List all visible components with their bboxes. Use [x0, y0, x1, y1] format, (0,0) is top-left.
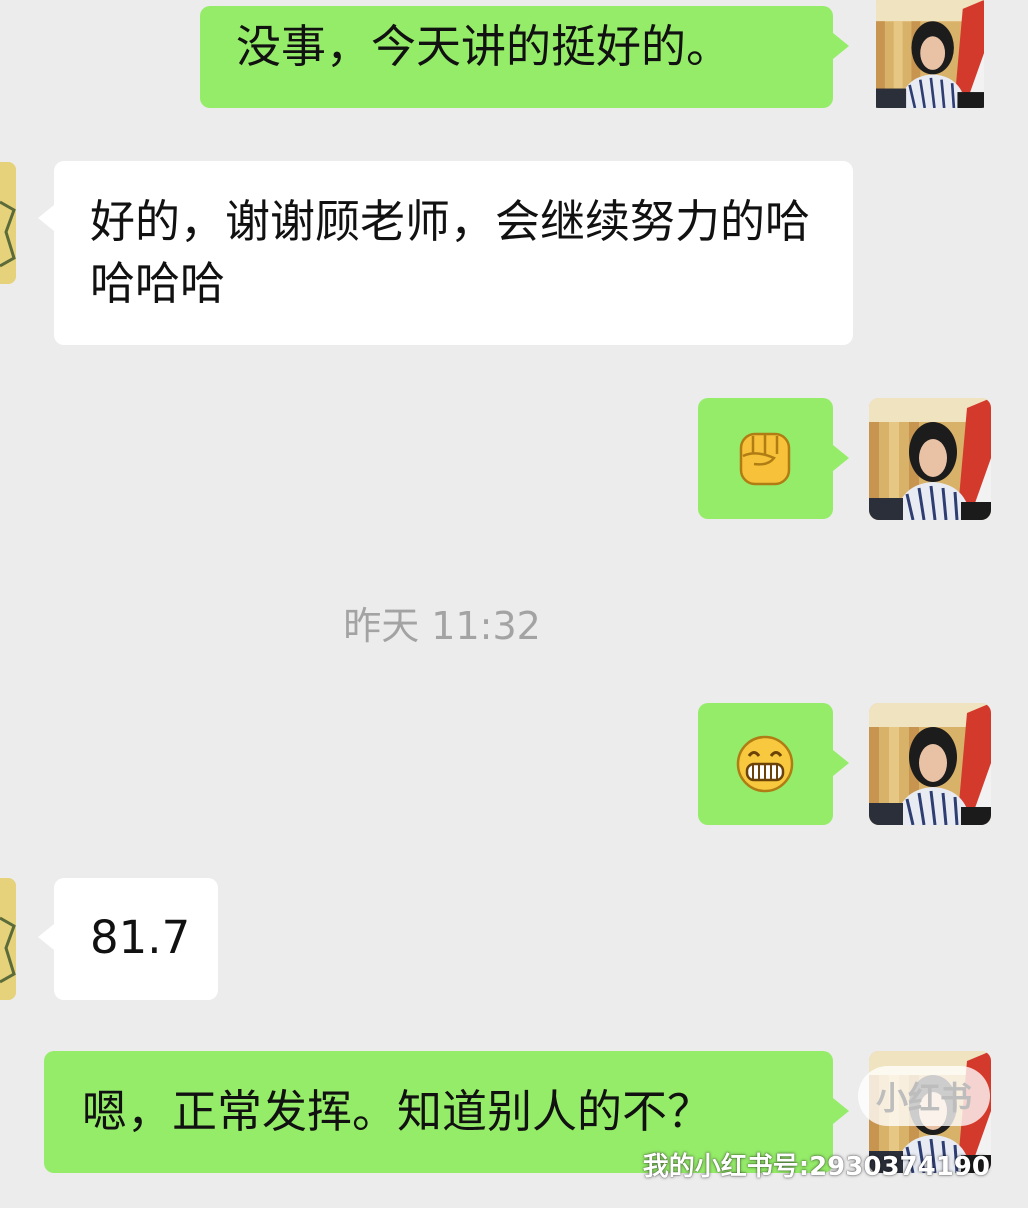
message-bubble-incoming[interactable]: 好的，谢谢顾老师，会继续努力的哈哈哈哈 — [54, 161, 853, 345]
message-text: 没事，今天讲的挺好的。 — [236, 20, 732, 73]
bubble-tail — [833, 750, 849, 776]
message-bubble-outgoing[interactable] — [698, 398, 833, 519]
bubble-tail — [833, 445, 849, 471]
avatar-contact[interactable] — [0, 162, 16, 284]
message-bubble-incoming[interactable]: 81.7 — [54, 878, 218, 1000]
watermark-badge: 小红书 — [858, 1066, 990, 1126]
watermark-text: 我的小红书号:2930374190 — [642, 1152, 990, 1182]
message-timestamp: 昨天 11:32 — [343, 604, 541, 648]
raised-fist-emoji — [739, 432, 791, 486]
bubble-tail — [833, 33, 849, 59]
avatar-self[interactable] — [869, 398, 991, 520]
message-text: 嗯，正常发挥。知道别人的不？ — [82, 1085, 713, 1138]
message-bubble-outgoing[interactable] — [698, 703, 833, 825]
bubble-tail — [833, 1098, 849, 1124]
avatar-self[interactable] — [869, 0, 991, 108]
message-text: 81.7 — [90, 911, 191, 964]
bubble-tail — [38, 924, 54, 950]
grinning-face-emoji — [736, 735, 794, 793]
avatar-contact[interactable] — [0, 878, 16, 1000]
message-bubble-outgoing[interactable]: 没事，今天讲的挺好的。 — [200, 6, 833, 108]
message-text: 好的，谢谢顾老师，会继续努力的哈哈哈哈 — [90, 195, 811, 310]
bubble-tail — [38, 205, 54, 231]
avatar-self[interactable] — [869, 703, 991, 825]
